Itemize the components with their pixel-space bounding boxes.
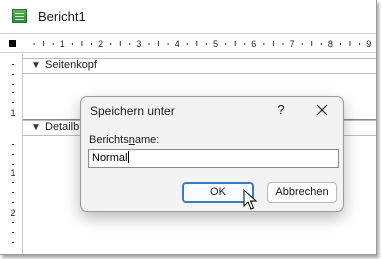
ruler-tick — [349, 41, 351, 46]
ruler-tick — [33, 43, 35, 45]
vertical-ruler-ticks: 1 1 2 — [10, 64, 16, 243]
horizontal-ruler[interactable]: 1 2 3 4 5 6 7 8 9 — [0, 35, 376, 53]
report-name-value: Normal — [92, 152, 128, 164]
ruler-label: 7 — [290, 39, 295, 49]
ruler-tick — [12, 182, 14, 183]
ruler-tick — [12, 202, 14, 203]
report-name-label-part: Berichts — [89, 134, 129, 146]
ruler-tick — [12, 64, 14, 65]
ruler-tick — [167, 43, 169, 45]
save-as-dialog: Speichern unter ? Berichtsname: Normal O… — [80, 96, 344, 212]
ruler-tick — [12, 92, 14, 93]
ruler-label: 3 — [136, 39, 141, 49]
ruler-label: 5 — [213, 39, 218, 49]
ruler-tick — [119, 41, 121, 46]
ruler-tick — [12, 242, 14, 243]
ruler-tick — [148, 43, 150, 45]
ruler-tick — [12, 84, 14, 85]
ruler-tick — [43, 41, 45, 46]
ruler-tick — [340, 43, 341, 45]
ruler-tick — [71, 43, 73, 45]
section-arrow-icon: ▼ — [31, 122, 41, 133]
ruler-tick — [320, 43, 322, 45]
ruler-label: 8 — [328, 39, 333, 49]
ruler-tick — [301, 43, 303, 45]
ruler-tick — [12, 102, 14, 103]
ruler-tick — [158, 41, 159, 46]
ruler-tick — [186, 43, 188, 45]
ruler-tick — [196, 41, 198, 46]
ruler-label: 1 — [60, 39, 65, 49]
ruler-tick — [225, 43, 227, 45]
ruler-tick — [110, 43, 112, 45]
ruler-tick — [52, 43, 54, 45]
ruler-tick — [12, 192, 14, 193]
ruler-tick — [244, 43, 246, 45]
vertical-ruler[interactable]: 1 1 2 — [6, 54, 20, 254]
ruler-tick — [12, 74, 14, 75]
section-arrow-icon: ▼ — [31, 60, 41, 71]
section-label-detail: Detailb — [45, 121, 80, 133]
ruler-label: 9 — [366, 39, 371, 49]
dialog-title: Speichern unter — [90, 104, 175, 118]
cancel-button[interactable]: Abbrechen — [267, 182, 337, 203]
ruler-tick — [272, 41, 274, 46]
ruler-tick — [12, 144, 14, 145]
help-button[interactable]: ? — [274, 102, 288, 117]
report-name-input[interactable]: Normal — [88, 149, 339, 168]
section-bar-page-header[interactable]: ▼ Seitenkopf — [23, 58, 376, 74]
ruler-tick — [205, 43, 207, 45]
ruler-tick — [81, 41, 83, 46]
report-icon — [12, 9, 27, 23]
ruler-label: 4 — [175, 39, 180, 49]
ruler-label: 1 — [10, 168, 15, 178]
ruler-tick — [359, 43, 361, 45]
ruler-tick — [129, 43, 131, 45]
ruler-tick — [282, 43, 284, 45]
ruler-label: 2 — [98, 39, 103, 49]
title-bar: Bericht1 — [0, 0, 376, 34]
ruler-tick — [12, 154, 14, 155]
ruler-tick — [91, 43, 92, 45]
ruler-tick — [263, 43, 265, 45]
close-icon[interactable] — [314, 102, 330, 118]
mouse-pointer-icon — [243, 189, 257, 210]
ruler-tick — [12, 232, 14, 233]
ruler-label: 6 — [251, 39, 256, 49]
ruler-label: 2 — [10, 208, 15, 218]
text-caret — [128, 151, 130, 163]
report-name-label: Berichtsname: — [89, 134, 159, 146]
ruler-tick — [12, 222, 14, 223]
report-name-label-part: ame: — [134, 134, 160, 146]
ruler-tick — [311, 41, 313, 46]
ruler-ticks: 1 2 3 4 5 6 7 8 9 — [33, 39, 371, 49]
window-title: Bericht1 — [38, 9, 86, 24]
ruler-tick — [234, 41, 236, 46]
section-label-page-header: Seitenkopf — [45, 59, 97, 71]
ruler-tick — [12, 164, 14, 165]
ruler-label: 1 — [10, 108, 15, 118]
